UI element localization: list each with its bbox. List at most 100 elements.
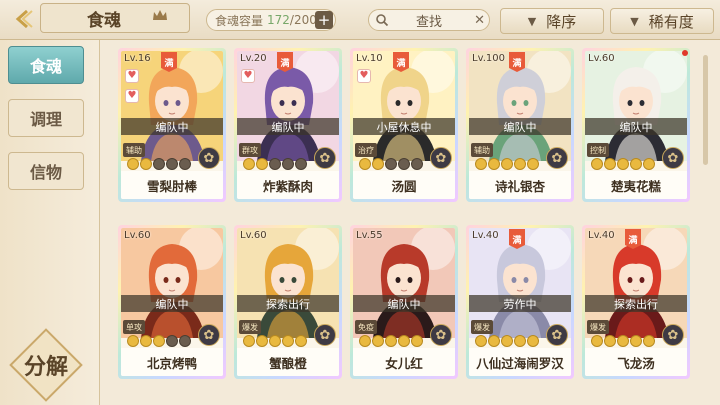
food-soul-card[interactable]: Lv.16 满 ♥ ♥ 编队中 辅助 ✿ 雪梨肘棒: [118, 48, 226, 202]
star-icon: [411, 335, 423, 347]
star-icon: [617, 335, 629, 347]
max-badge: 满: [509, 229, 525, 249]
star-icon: [166, 335, 178, 347]
star-icon: [385, 335, 397, 347]
back-button[interactable]: [4, 4, 44, 34]
status-label: 探索出行: [585, 295, 687, 312]
food-soul-card[interactable]: Lv.10 满 ♥ 小屋休息中 治疗 ✿ 汤圆: [350, 48, 458, 202]
rarity-filter-button[interactable]: ▼ 稀有度: [610, 8, 714, 34]
star-icon: [256, 335, 268, 347]
food-soul-card[interactable]: Lv.60 编队中 单攻 ✿ 北京烤鸭: [118, 225, 226, 379]
flower-emblem-icon: ✿: [546, 324, 568, 346]
card-name: 蟹酿橙: [237, 348, 339, 376]
add-capacity-button[interactable]: +: [315, 11, 333, 29]
flower-emblem-icon: ✿: [314, 147, 336, 169]
card-body: Lv.20 满 ♥ 编队中 群攻 ✿ 炸紫酥肉: [237, 51, 339, 199]
star-icon: [591, 158, 603, 170]
max-badge: 满: [277, 52, 293, 72]
flower-emblem-icon: ✿: [198, 324, 220, 346]
card-name: 八仙过海闹罗汉: [469, 348, 571, 376]
role-badge: 治疗: [355, 143, 377, 157]
food-soul-card[interactable]: Lv.55 编队中 免疫 ✿ 女儿红: [350, 225, 458, 379]
food-soul-card[interactable]: Lv.40 满 劳作中 爆发 ✿ 八仙过海闹罗汉: [466, 225, 574, 379]
card-name: 飞龙汤: [585, 348, 687, 376]
star-rating: [359, 158, 423, 170]
star-icon: [295, 158, 307, 170]
level-label: Lv.60: [240, 230, 267, 241]
star-icon: [179, 158, 191, 170]
tab-cooking[interactable]: 调理: [8, 99, 84, 137]
decompose-button[interactable]: 分解: [6, 328, 86, 402]
favorite-heart-icon: ♥: [125, 89, 139, 103]
search-input[interactable]: 查找 ✕: [368, 9, 490, 31]
card-name: 炸紫酥肉: [237, 171, 339, 199]
card-body: Lv.100 满 编队中 辅助 ✿ 诗礼银杏: [469, 51, 571, 199]
star-icon: [604, 158, 616, 170]
back-arrow-icon: [15, 9, 33, 29]
star-icon: [127, 158, 139, 170]
card-name: 雪梨肘棒: [121, 171, 223, 199]
rarity-filter-label: 稀有度: [648, 12, 694, 31]
star-icon: [514, 158, 526, 170]
star-icon: [269, 158, 281, 170]
food-soul-card[interactable]: Lv.20 满 ♥ 编队中 群攻 ✿ 炸紫酥肉: [234, 48, 342, 202]
chevron-down-icon: ▼: [527, 14, 537, 28]
star-rating: [243, 158, 307, 170]
food-soul-card[interactable]: Lv.40 满 探索出行 爆发 ✿ 飞龙汤: [582, 225, 690, 379]
card-name: 诗礼银杏: [469, 171, 571, 199]
flower-emblem-icon: ✿: [662, 147, 684, 169]
tab-food-soul[interactable]: 食魂: [8, 46, 84, 84]
star-icon: [295, 335, 307, 347]
tab-tokens[interactable]: 信物: [8, 152, 84, 190]
star-icon: [153, 158, 165, 170]
max-badge: 满: [393, 52, 409, 72]
level-label: Lv.55: [356, 230, 383, 241]
level-label: Lv.60: [588, 53, 615, 64]
role-badge: 免疫: [355, 320, 377, 334]
favorite-heart-icon: ♥: [357, 69, 371, 83]
clear-icon[interactable]: ✕: [474, 13, 485, 28]
star-icon: [166, 158, 178, 170]
star-icon: [179, 335, 191, 347]
role-badge: 单攻: [123, 320, 145, 334]
star-icon: [514, 335, 526, 347]
food-soul-card[interactable]: Lv.60 编队中 控制 ✿ 楚夷花糕: [582, 48, 690, 202]
status-label: 劳作中: [469, 295, 571, 312]
star-icon: [243, 158, 255, 170]
star-icon: [617, 158, 629, 170]
sidebar: 食魂 调理 信物 分解: [0, 40, 100, 405]
sort-order-button[interactable]: ▼ 降序: [500, 8, 604, 34]
role-badge: 群攻: [239, 143, 261, 157]
max-badge: 满: [509, 52, 525, 72]
star-icon: [282, 335, 294, 347]
search-label: 查找: [415, 14, 442, 30]
star-icon: [488, 158, 500, 170]
star-icon: [643, 158, 655, 170]
star-icon: [269, 335, 281, 347]
star-rating: [127, 335, 191, 347]
food-soul-card[interactable]: Lv.60 探索出行 爆发 ✿ 蟹酿橙: [234, 225, 342, 379]
status-label: 编队中: [353, 295, 455, 312]
status-label: 探索出行: [237, 295, 339, 312]
level-label: Lv.40: [472, 230, 499, 241]
star-rating: [475, 158, 539, 170]
level-label: Lv.60: [124, 230, 151, 241]
capacity-current: 172: [267, 13, 290, 27]
level-label: Lv.20: [240, 53, 267, 64]
card-body: Lv.16 满 ♥ ♥ 编队中 辅助 ✿ 雪梨肘棒: [121, 51, 223, 199]
star-icon: [398, 158, 410, 170]
food-soul-card[interactable]: Lv.100 满 编队中 辅助 ✿ 诗礼银杏: [466, 48, 574, 202]
card-name: 楚夷花糕: [585, 171, 687, 199]
food-soul-grid: Lv.16 满 ♥ ♥ 编队中 辅助 ✿ 雪梨肘棒 Lv.20 满 ♥ 编队中 …: [118, 44, 710, 405]
scrollbar[interactable]: [703, 55, 708, 165]
crown-icon: [153, 10, 167, 20]
sort-order-label: 降序: [546, 12, 577, 31]
card-body: Lv.60 编队中 控制 ✿ 楚夷花糕: [585, 51, 687, 199]
card-body: Lv.10 满 ♥ 小屋休息中 治疗 ✿ 汤圆: [353, 51, 455, 199]
star-icon: [475, 335, 487, 347]
chevron-down-icon: ▼: [630, 14, 639, 28]
star-icon: [372, 335, 384, 347]
role-badge: 爆发: [239, 320, 261, 334]
star-icon: [475, 158, 487, 170]
star-icon: [604, 335, 616, 347]
